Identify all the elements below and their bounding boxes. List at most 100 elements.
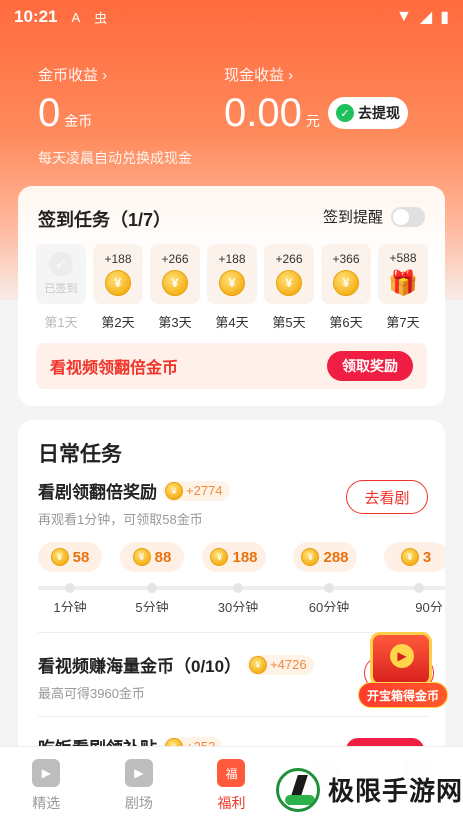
task-watch-drama: 看剧领翻倍奖励 ¥ +2774 再观看1分钟，可领取58金币 去看剧 (38, 478, 428, 528)
signin-card: 签到任务（1/7） 签到提醒 ✓ 已签到 第1天 +188 ¥ 第2天 +266 ¥ … (18, 186, 445, 406)
day-label: 第1天 (44, 315, 78, 330)
reminder-label: 签到提醒 (322, 209, 383, 226)
status-bar: 10:21 A 虫 ▼ ◢ ▮ (0, 0, 463, 34)
wechat-icon: ✓ (336, 104, 354, 122)
coin-icon: ¥ (249, 655, 268, 674)
notification-bug-icon: 虫 (94, 10, 108, 26)
day-amount: +188 (104, 252, 132, 266)
milestone-label: 60分钟 (308, 600, 350, 612)
wifi-icon: ▼ (396, 8, 412, 25)
coin-earnings-label: 金币收益 › (38, 67, 108, 84)
coin-icon: ¥ (210, 548, 229, 566)
reward-pill: ¥ +2774 (163, 480, 230, 501)
claim-reward-button[interactable]: 领取奖励 (327, 351, 413, 381)
signin-day-7[interactable]: +588 🎁 第7天 (378, 244, 428, 331)
coin-icon: ¥ (301, 548, 320, 566)
milestone-3[interactable]: ¥188 (202, 542, 266, 572)
day-amount: +266 (275, 252, 303, 266)
gift-icon: 福 (217, 759, 246, 787)
cash-earnings[interactable]: 现金收益 › 0.00 元 (224, 64, 320, 136)
go-watch-drama-button[interactable]: 去看剧 (346, 480, 428, 514)
milestone-5[interactable]: ¥3 (384, 542, 445, 572)
tab-label: 精选 (32, 795, 61, 811)
milestone-dot (233, 583, 243, 593)
milestone-coins: 88 (154, 548, 172, 566)
signal-icon: ◢ (419, 9, 433, 26)
day-label: 第4天 (215, 315, 249, 330)
coin-icon: ¥ (162, 270, 188, 296)
reward-pill: ¥ +4726 (247, 654, 314, 675)
watch-milestones: ¥58 ¥88 ¥188 ¥288 ¥3 1分钟 5分钟 30分钟 60分钟 9… (38, 542, 445, 612)
video-double-banner: 看视频领翻倍金币 领取奖励 (36, 343, 427, 389)
signin-day-6[interactable]: +366 ¥ 第6天 (321, 244, 371, 331)
milestone-coins: 58 (72, 548, 90, 566)
milestone-label: 5分钟 (135, 600, 169, 612)
signin-day-3[interactable]: +266 ¥ 第3天 (150, 244, 200, 331)
cash-earnings-label: 现金收益 › (224, 67, 294, 84)
day-label: 第2天 (101, 315, 135, 330)
tab-theater[interactable]: ▶ 剧场 (93, 747, 186, 823)
daily-tasks-title: 日常任务 (38, 443, 122, 466)
milestone-label: 30分钟 (217, 600, 259, 612)
coin-icon: ¥ (105, 270, 131, 296)
treasure-chest-widget[interactable]: ▶ 开宝箱得金币 (358, 624, 448, 714)
treasure-chest-label: 开宝箱得金币 (358, 682, 448, 708)
milestone-dot (414, 583, 424, 593)
milestone-2[interactable]: ¥88 (120, 542, 184, 572)
milestone-dot (65, 583, 75, 593)
status-time: 10:21 (14, 7, 58, 26)
milestone-coins: 188 (232, 548, 258, 566)
day-amount: +366 (332, 252, 360, 266)
tab-featured[interactable]: ▶ 精选 (0, 747, 93, 823)
signin-reminder: 签到提醒 (323, 206, 425, 227)
coin-icon: ¥ (132, 548, 151, 566)
tab-welfare[interactable]: 福 福利 (185, 747, 278, 823)
reward-amount: +2774 (186, 483, 223, 498)
milestone-1[interactable]: ¥58 (38, 542, 102, 572)
coin-icon: ¥ (50, 548, 69, 566)
coin-icon: ¥ (219, 270, 245, 296)
play-icon: ▶ (32, 759, 61, 787)
coin-icon: ¥ (333, 270, 359, 296)
day-amount: +588 (389, 250, 417, 265)
notification-a-icon: A (71, 9, 81, 25)
signin-day-1[interactable]: ✓ 已签到 第1天 (36, 244, 86, 331)
day-label: 第7天 (386, 315, 420, 330)
watermark-text: 极限手游网 (328, 777, 463, 807)
signin-day-5[interactable]: +266 ¥ 第5天 (264, 244, 314, 331)
milestone-coins: 288 (323, 548, 349, 566)
coin-icon: ¥ (276, 270, 302, 296)
video-banner-text: 看视频领翻倍金币 (50, 360, 179, 377)
play-icon: ▶ (390, 644, 414, 668)
milestone-label: 90分 (415, 600, 443, 612)
gift-box-icon: 🎁 (388, 269, 418, 297)
withdraw-button[interactable]: ✓ 去提现 (328, 97, 408, 129)
tv-icon: ▶ (124, 759, 153, 787)
reward-amount: +4726 (270, 657, 307, 672)
signin-title: 签到任务（1/7） (38, 210, 172, 230)
coin-earnings[interactable]: 金币收益 › 0 金币 (38, 64, 224, 136)
milestone-4[interactable]: ¥288 (293, 542, 357, 572)
milestone-dot (324, 583, 334, 593)
check-icon: ✓ (49, 252, 73, 276)
task-name: 看剧领翻倍奖励 (38, 483, 157, 502)
milestone-dot (147, 583, 157, 593)
cash-earnings-unit: 元 (305, 113, 320, 129)
divider (38, 716, 428, 717)
earnings-note: 每天凌晨自动兑换成现金 (38, 150, 192, 166)
cash-earnings-value: 0.00 (224, 91, 302, 135)
signin-day-4[interactable]: +188 ¥ 第4天 (207, 244, 257, 331)
site-watermark: 极限手游网 (266, 756, 463, 823)
task-name: 看视频赚海量金币（0/10） (38, 657, 242, 676)
day-amount: +266 (161, 252, 189, 266)
signin-day-2[interactable]: +188 ¥ 第2天 (93, 244, 143, 331)
reminder-toggle[interactable] (391, 206, 425, 227)
battery-icon: ▮ (440, 9, 449, 26)
coin-icon: ¥ (400, 548, 419, 566)
coin-earnings-unit: 金币 (64, 113, 93, 129)
day-status: 已签到 (44, 283, 78, 295)
day-amount: +188 (218, 252, 246, 266)
milestone-coins: 3 (422, 548, 432, 566)
tab-label: 福利 (217, 795, 246, 811)
withdraw-label: 去提现 (358, 105, 400, 121)
